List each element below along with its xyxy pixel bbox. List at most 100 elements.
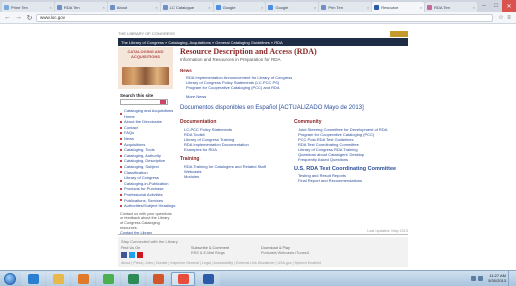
footer: Stay Connected with the Library Find Us … <box>118 237 408 267</box>
taskbar-app-ie[interactable] <box>21 271 45 286</box>
footer-subscribe: Subscribe & Comment RSS & E-Mail Blogs <box>191 246 261 258</box>
close-tab-icon[interactable]: × <box>102 5 104 10</box>
close-tab-icon[interactable]: × <box>50 5 52 10</box>
media-icon <box>77 273 89 284</box>
maximize-button[interactable]: □ <box>490 0 502 12</box>
left-column: Documentation LC-PCC Policy Statements RD… <box>180 119 294 187</box>
star-icon[interactable]: ☆ <box>497 14 505 22</box>
rda-test-link[interactable]: Final Report and Recommendations <box>298 178 408 183</box>
footer-links[interactable]: About | Press | Jobs | Donate | Inspecto… <box>121 261 321 265</box>
bullet-icon <box>120 154 122 157</box>
browser-tab[interactable]: RDA Ten × <box>54 2 107 12</box>
browser-tab[interactable]: Prin Ten × <box>319 2 372 12</box>
bullet-icon <box>120 143 122 146</box>
windows-start-icon <box>4 272 16 285</box>
taskbar-app-chrome-active[interactable] <box>171 271 195 286</box>
bullet-icon <box>120 204 122 207</box>
start-button[interactable] <box>0 271 20 286</box>
clock[interactable]: 11:27 AM 5/30/2013 <box>488 273 506 283</box>
last-updated: Last updated: May 2013 <box>367 229 408 233</box>
community-link[interactable]: Frequently Asked Questions <box>298 157 408 162</box>
browser-tab[interactable]: RDA Ten × <box>425 2 478 12</box>
training-link[interactable]: Modules <box>184 174 294 179</box>
site-title[interactable]: THE LIBRARY OF CONGRESS <box>118 31 175 36</box>
taskbar-app-powerpoint[interactable] <box>146 271 170 286</box>
browser-tab[interactable]: Google × <box>266 2 319 12</box>
search-label: Search this site <box>120 93 154 98</box>
network-icon[interactable] <box>471 276 477 281</box>
close-tab-icon[interactable]: × <box>367 5 369 10</box>
bullet-icon <box>120 179 122 182</box>
spanish-documents-link[interactable]: Documentos disponibles en Español [ACTUA… <box>180 105 408 111</box>
close-tab-icon[interactable]: × <box>473 5 475 10</box>
bullet-icon <box>120 193 122 196</box>
rda-test-list: Testing and Result Reports Final Report a… <box>298 173 408 183</box>
main-content: Resource Description and Access (RDA) In… <box>180 47 408 187</box>
sidebar-link-label: Cataloging and Acquisitions Home <box>124 108 174 119</box>
close-tab-icon[interactable]: × <box>420 5 422 10</box>
volume-icon[interactable] <box>478 276 484 281</box>
menu-icon[interactable]: ≡ <box>505 14 513 22</box>
header-banner[interactable] <box>390 30 408 37</box>
ie-icon <box>27 273 39 284</box>
browser-tab[interactable]: Google × <box>213 2 266 12</box>
sidebar: CATALOGING AND ACQUISITIONS Search this … <box>118 47 176 235</box>
clock-date: 5/30/2013 <box>488 277 506 283</box>
twitter-icon[interactable] <box>129 251 135 258</box>
footer-download-links[interactable]: Podcasts Webcasts iTunesU <box>261 251 331 256</box>
taskbar-app-media[interactable] <box>71 271 95 286</box>
facebook-icon[interactable] <box>121 251 127 258</box>
favicon-icon <box>374 4 380 10</box>
footer-subscribe-links[interactable]: RSS & E-Mail Blogs <box>191 251 261 256</box>
page-title: Resource Description and Access (RDA) <box>180 47 317 56</box>
taskbar-app-excel[interactable] <box>121 271 145 286</box>
sidebar-link-label: Authorities/Subject Headings <box>124 203 176 209</box>
system-tray: 11:27 AM 5/30/2013 <box>471 270 516 286</box>
chrome-icon <box>102 273 114 284</box>
sidebar-banner: CATALOGING AND ACQUISITIONS <box>118 47 173 89</box>
sidebar-link[interactable]: Cataloging and Acquisitions Home <box>120 108 176 119</box>
back-arrow-icon[interactable]: ← <box>3 13 12 22</box>
training-link-label: Modules <box>184 173 200 179</box>
site-header: THE LIBRARY OF CONGRESS <box>118 29 408 38</box>
address-bar: ← → ↻ www.loc.gov ☆ ≡ <box>0 12 516 24</box>
url-input[interactable]: www.loc.gov <box>36 13 493 22</box>
sidebar-link[interactable]: Library of Congress Cataloging-in-Public… <box>120 175 176 186</box>
close-window-button[interactable]: ✕ <box>502 0 516 12</box>
search-input[interactable] <box>120 99 168 105</box>
minimize-button[interactable]: – <box>478 0 490 12</box>
taskbar-app-chrome[interactable] <box>96 271 120 286</box>
community-list: Joint Steering Committee for Development… <box>298 127 408 162</box>
browser-tab[interactable]: LC Catalogue × <box>160 2 213 12</box>
browser-tab[interactable]: About × <box>107 2 160 12</box>
close-tab-icon[interactable]: × <box>155 5 157 10</box>
close-tab-icon[interactable]: × <box>208 5 210 10</box>
close-tab-icon[interactable]: × <box>261 5 263 10</box>
breadcrumb[interactable]: The Library of Congress » Cataloging, Ac… <box>118 38 408 46</box>
bullet-icon <box>120 137 122 140</box>
rda-test-heading: U.S. RDA Test Coordinating Committee <box>294 165 397 172</box>
sidebar-link[interactable]: Authorities/Subject Headings <box>120 203 176 209</box>
page-subtitle: Information and Resources in Preparation… <box>180 57 281 62</box>
folder-icon <box>52 273 64 284</box>
documentation-link-label: Examples for RDA <box>184 146 217 152</box>
forward-arrow-icon[interactable]: → <box>14 13 23 22</box>
taskbar-app-folder[interactable] <box>46 271 70 286</box>
sidebar-link-label: Library of Congress Cataloging-in-Public… <box>124 175 169 186</box>
news-item[interactable]: Program for Cooperative Cataloging (PCC)… <box>186 85 408 90</box>
browser-tab[interactable]: Resource × <box>372 2 425 12</box>
show-desktop-button[interactable] <box>508 270 513 286</box>
favicon-icon <box>427 4 433 10</box>
browser-tab[interactable]: Prine Ten × <box>2 2 54 12</box>
search-go-button[interactable] <box>160 100 166 104</box>
footer-divider <box>118 234 408 235</box>
documentation-link[interactable]: Examples for RDA <box>184 147 294 152</box>
close-tab-icon[interactable]: × <box>314 5 316 10</box>
more-news-link[interactable]: More News <box>186 94 408 99</box>
training-list: RDA Training for Catalogers and Related … <box>184 164 294 179</box>
favicon-icon <box>109 4 115 10</box>
taskbar-app-word[interactable] <box>196 271 220 286</box>
youtube-icon[interactable] <box>137 251 143 258</box>
favicon-icon <box>56 4 62 10</box>
reload-icon[interactable]: ↻ <box>25 13 34 22</box>
